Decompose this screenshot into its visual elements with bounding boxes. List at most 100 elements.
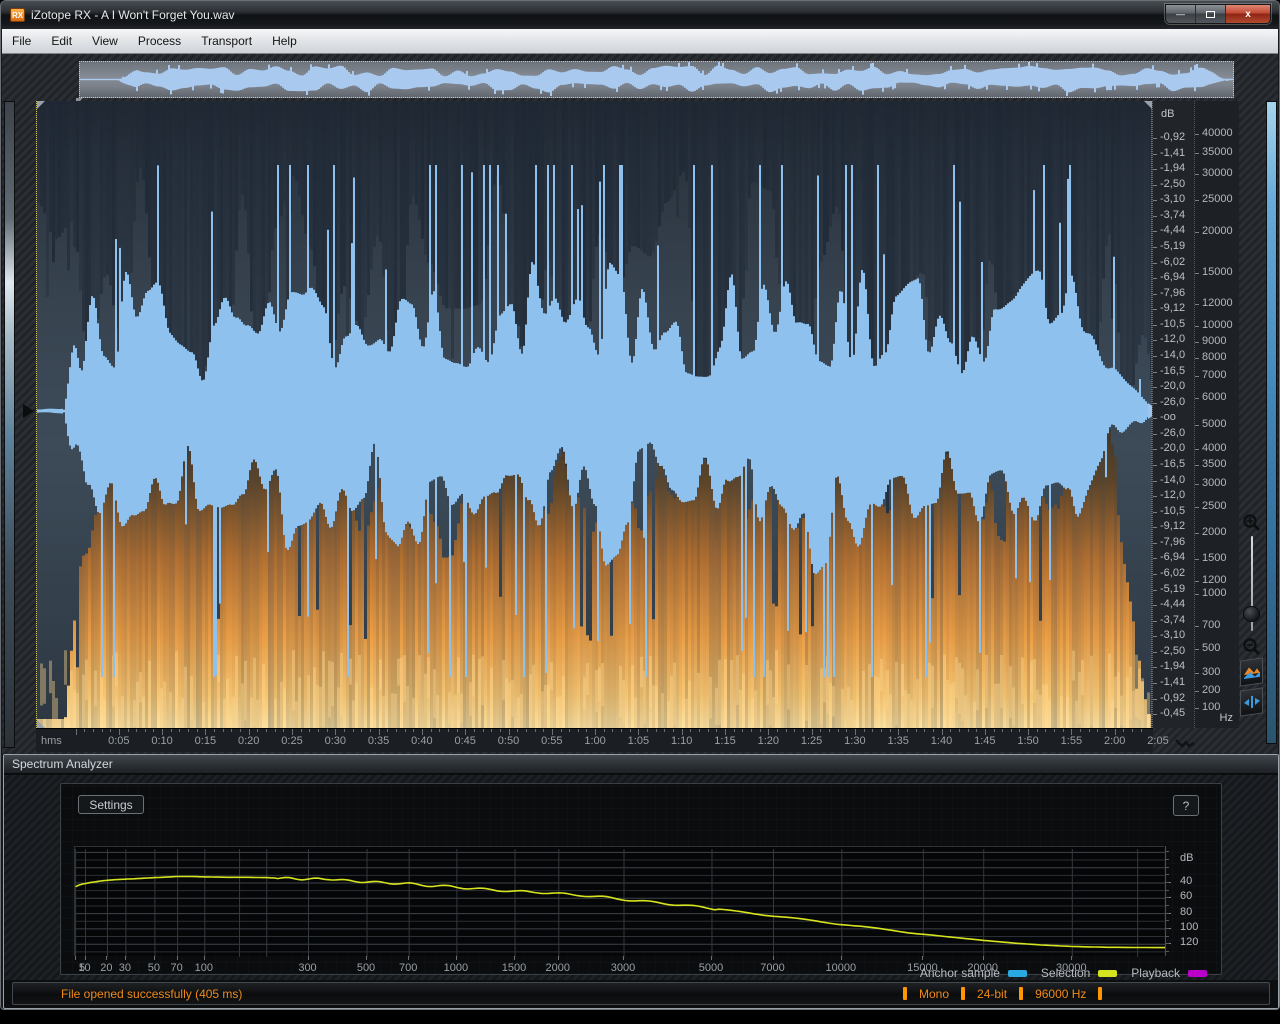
spectrum-db-minor-tick	[1166, 950, 1169, 952]
freq-ruler-label: 3500	[1202, 458, 1227, 470]
amp-ruler-label: -3,10	[1160, 629, 1186, 642]
status-separator	[961, 987, 966, 1000]
amplitude-db-ruler[interactable]: dB -0,92 -1,41 -1,94 -2,50 -3,10 -3,74 -4,44 -5,…	[1152, 101, 1194, 728]
restore-icon	[1206, 10, 1215, 18]
spectrogram-waveform-display[interactable]	[36, 101, 1152, 728]
spectrum-plot[interactable]	[74, 846, 1165, 957]
menu-item-transport[interactable]: Transport	[191, 30, 262, 52]
playhead-marker-left-icon[interactable]	[23, 404, 34, 418]
time-label: 1:45	[974, 735, 996, 747]
spectrum-analyzer-panel: Spectrum Analyzer Settings ? dB 40 60 80 100…	[3, 754, 1279, 1009]
legend-swatch	[1007, 969, 1027, 977]
amp-ruler-label: -2,50	[1160, 177, 1186, 190]
amp-ruler-label: -10,5	[1160, 317, 1186, 330]
amp-ruler-tick	[1153, 620, 1157, 622]
amp-ruler-label: -1,94	[1160, 162, 1186, 175]
time-tick	[1088, 729, 1090, 732]
app-icon: RX	[10, 8, 25, 22]
time-label: 0:50	[497, 735, 520, 747]
overview-waveform[interactable]	[79, 61, 1234, 98]
status-channels: Mono	[919, 986, 950, 1001]
freq-ruler-label: 30000	[1202, 167, 1233, 179]
time-ruler-unit: hms	[41, 735, 62, 747]
time-tick	[586, 729, 588, 732]
amp-ruler-label: -9,12	[1160, 520, 1186, 533]
spectrum-xtick-mark	[124, 956, 126, 960]
zoom-out-icon[interactable]	[1242, 637, 1262, 657]
legend-item-anchor-sample: Anchor sample	[920, 966, 1027, 980]
time-tick	[655, 729, 657, 732]
menu-item-file[interactable]: File	[2, 30, 41, 52]
time-tick	[932, 729, 934, 732]
selection-handle-top-left[interactable]	[37, 101, 45, 109]
amp-ruler-label: -1,94	[1160, 660, 1186, 673]
menu-item-help[interactable]: Help	[262, 30, 307, 52]
time-ruler[interactable]: hms 0:05 0:10 0:15 0:20 0:25 0:30 0:35 0:40 0:45 0…	[36, 728, 1169, 752]
amp-ruler-tick	[1153, 200, 1157, 202]
selection-handle-top-right[interactable]	[1144, 101, 1152, 109]
amp-ruler-label: -10,5	[1160, 504, 1186, 517]
time-tick	[993, 729, 995, 732]
spectrum-xtick-mark	[623, 956, 624, 960]
spectrum-db-minor-tick	[1166, 920, 1169, 922]
zoom-in-icon[interactable]	[1242, 513, 1262, 533]
title-bar[interactable]: RX iZotope RX - A I Won't Forget You.wav…	[1, 1, 1279, 29]
restore-button[interactable]	[1196, 5, 1226, 23]
time-tick	[231, 729, 233, 732]
spectrum-xtick-label: 5000	[698, 962, 724, 974]
amp-ruler-label: -4,44	[1160, 598, 1186, 611]
spectrum-xtick-mark	[307, 956, 309, 960]
frequency-hz-ruler[interactable]: 40000 35000 30000 25000 20000 15000 12000 10000…	[1194, 101, 1239, 728]
spectrum-legend: Anchor sample Selection Playback	[920, 966, 1207, 980]
time-label: 1:25	[800, 735, 823, 747]
blend-layers-icon	[1243, 667, 1260, 680]
spectrum-xtick-mark	[84, 956, 86, 960]
minimize-button[interactable]: —	[1166, 5, 1196, 23]
spectrum-db-minor-tick	[1166, 912, 1169, 914]
grip-icon	[1175, 739, 1195, 748]
vertical-scrollbar-left[interactable]	[4, 101, 15, 748]
amp-ruler-tick	[1153, 246, 1157, 248]
spectrum-xtick-label: 70	[170, 962, 183, 974]
time-tick	[153, 729, 155, 732]
amp-ruler-tick	[1153, 418, 1157, 420]
selection-handle-bottom-left[interactable]	[37, 720, 45, 728]
amp-ruler-tick	[1153, 402, 1157, 404]
fit-horizontal-button[interactable]	[1240, 687, 1263, 717]
amp-ruler-tick	[1153, 355, 1157, 357]
spectrum-analyzer-titlebar[interactable]: Spectrum Analyzer	[4, 755, 1278, 774]
menu-item-view[interactable]: View	[82, 30, 128, 52]
help-button[interactable]: ?	[1173, 795, 1199, 816]
settings-button[interactable]: Settings	[78, 795, 144, 814]
time-tick	[846, 729, 848, 732]
amp-ruler-tick	[1153, 667, 1157, 669]
spectrum-xtick-mark	[106, 956, 108, 960]
menu-item-edit[interactable]: Edit	[41, 30, 82, 52]
amp-ruler-tick	[1153, 309, 1157, 311]
time-label: 1:10	[670, 735, 693, 747]
time-tick	[395, 729, 397, 732]
amp-ruler-label: -6,94	[1160, 271, 1186, 284]
amp-ruler-label: -oo	[1160, 411, 1176, 424]
spectrum-xtick-mark	[772, 956, 774, 960]
time-tick	[950, 729, 952, 732]
zoom-slider-knob[interactable]	[1243, 606, 1260, 622]
amp-ruler-label: -5,19	[1160, 582, 1186, 595]
time-label: 1:55	[1060, 735, 1083, 747]
time-label: 2:00	[1103, 735, 1126, 747]
spectrum-db-label: 80	[1180, 905, 1193, 918]
spectrum-xtick-label: 50	[147, 962, 161, 974]
time-label: 0:45	[454, 735, 476, 747]
amp-ruler-tick	[1153, 324, 1157, 326]
freq-ruler-tick	[1195, 533, 1199, 534]
spectrum-db-minor-tick	[1166, 889, 1169, 891]
menu-item-process[interactable]: Process	[128, 30, 191, 52]
spectrogram-waveform-blend-button[interactable]	[1240, 657, 1263, 687]
zoom-controls	[1239, 101, 1265, 728]
freq-ruler-tick	[1195, 673, 1199, 674]
vertical-scrollbar-right[interactable]	[1266, 101, 1277, 744]
close-button[interactable]: x	[1226, 5, 1270, 23]
freq-ruler-tick	[1195, 153, 1199, 154]
time-tick	[785, 729, 787, 732]
time-label: 2:05	[1147, 735, 1169, 747]
